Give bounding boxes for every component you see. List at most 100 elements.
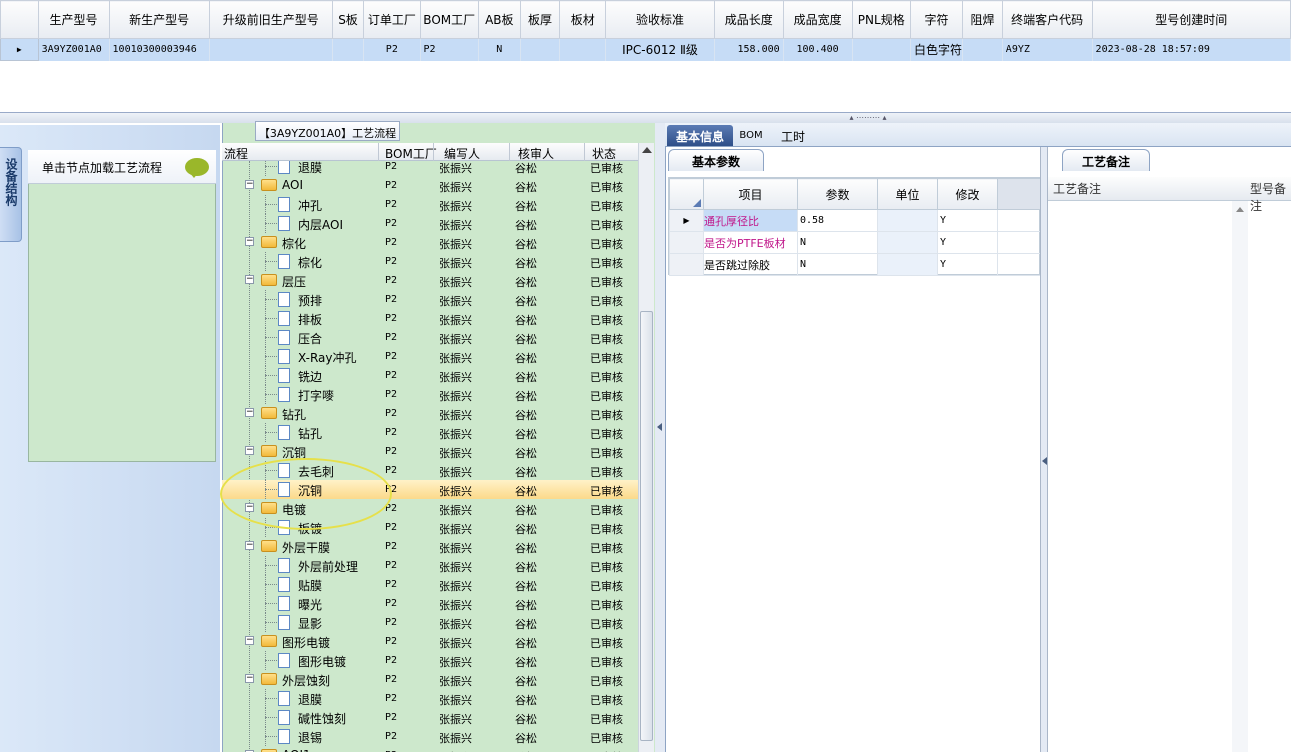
col-unit[interactable]: 单位 — [877, 178, 938, 210]
param-row[interactable]: 是否跳过除胶 N Y — [669, 253, 1042, 276]
collapse-toggle-icon[interactable]: − — [245, 180, 254, 189]
param-value[interactable]: N — [797, 253, 878, 276]
top-cell-10[interactable]: 158.000 — [714, 38, 784, 61]
top-cell-13[interactable]: 白色字符 — [910, 38, 964, 61]
top-col-4[interactable]: 订单工厂 — [363, 0, 421, 39]
top-col-6[interactable]: AB板 — [477, 0, 521, 39]
collapse-toggle-icon[interactable]: − — [245, 275, 254, 284]
tab-basic-info[interactable]: 基本信息 — [667, 125, 733, 146]
top-cell-3[interactable] — [332, 38, 365, 61]
collapse-left-icon[interactable] — [657, 423, 662, 431]
collapse-toggle-icon[interactable]: − — [245, 541, 254, 550]
collapse-toggle-icon[interactable]: − — [245, 446, 254, 455]
param-item[interactable]: 通孔厚径比 — [703, 209, 798, 232]
top-cell-9[interactable]: IPC-6012 Ⅱ级 — [605, 38, 715, 61]
col-editor[interactable]: 编写人 — [444, 145, 480, 162]
col-status[interactable]: 状态 — [592, 145, 616, 162]
col-flow[interactable]: 流程 — [224, 145, 248, 162]
scroll-up-icon[interactable] — [642, 147, 652, 153]
basic-params-grid[interactable]: 项目 参数 单位 修改 ▶ 通孔厚径比 0.58 Y 是否为PTFE板材 N Y 是否跳过除胶… — [668, 177, 1042, 276]
tree-row[interactable]: − 棕化 P2 张振兴 谷松 已审核 — [222, 233, 638, 252]
top-cell-6[interactable]: N — [478, 38, 521, 61]
tree-row[interactable]: − 层压 P2 张振兴 谷松 已审核 — [222, 271, 638, 290]
collapse-icon[interactable] — [1042, 457, 1047, 465]
top-col-2[interactable]: 升级前旧生产型号 — [208, 0, 333, 39]
top-col-8[interactable]: 板材 — [559, 0, 607, 39]
tree-row[interactable]: − AOI P2 张振兴 谷松 已审核 — [222, 176, 638, 195]
col-process-note[interactable]: 工艺备注 — [1053, 180, 1101, 197]
top-cell-7[interactable] — [520, 38, 561, 61]
tree-row[interactable]: 退膜 P2 张振兴 谷松 已审核 — [222, 161, 638, 176]
tree-row[interactable]: 曝光 P2 张振兴 谷松 已审核 — [222, 594, 638, 613]
tree-row[interactable]: 压合 P2 张振兴 谷松 已审核 — [222, 328, 638, 347]
top-cell-1[interactable]: 10010300003946 — [109, 38, 210, 61]
tree-row[interactable]: 预排 P2 张振兴 谷松 已审核 — [222, 290, 638, 309]
top-cell-4[interactable]: P2 — [363, 38, 421, 61]
param-item[interactable]: 是否跳过除胶 — [703, 253, 798, 276]
collapse-toggle-icon[interactable]: − — [245, 674, 254, 683]
tree-row[interactable]: X-Ray冲孔 P2 张振兴 谷松 已审核 — [222, 347, 638, 366]
param-row[interactable]: ▶ 通孔厚径比 0.58 Y — [669, 209, 1042, 232]
tree-scrollbar[interactable] — [638, 143, 654, 752]
scroll-thumb[interactable] — [640, 311, 653, 741]
col-model-note[interactable]: 型号备注 — [1250, 180, 1291, 214]
top-cell-11[interactable]: 100.400 — [783, 38, 853, 61]
col-reviewer[interactable]: 核审人 — [518, 145, 554, 162]
vertical-splitter[interactable] — [655, 123, 665, 752]
param-value[interactable]: N — [797, 231, 878, 254]
param-modify[interactable]: Y — [937, 253, 998, 276]
col-modify[interactable]: 修改 — [937, 178, 998, 210]
top-col-10[interactable]: 成品长度 — [713, 0, 784, 39]
top-cell-2[interactable] — [209, 38, 333, 61]
top-col-11[interactable]: 成品宽度 — [782, 0, 853, 39]
load-node-panel[interactable] — [28, 150, 216, 462]
product-model-grid[interactable]: 生产型号 新生产型号 升级前旧生产型号 S板 订单工厂 BOM工厂 AB板 板厚 板材 验收标准成… — [0, 0, 1291, 113]
top-col-7[interactable]: 板厚 — [519, 0, 561, 39]
top-cell-5[interactable]: P2 — [420, 38, 479, 61]
tree-row[interactable]: 外层前处理 P2 张振兴 谷松 已审核 — [222, 556, 638, 575]
param-value[interactable]: 0.58 — [797, 209, 878, 232]
collapse-toggle-icon[interactable]: − — [245, 408, 254, 417]
param-item[interactable]: 是否为PTFE板材 — [703, 231, 798, 254]
collapse-toggle-icon[interactable]: − — [245, 237, 254, 246]
param-unit[interactable] — [877, 231, 938, 254]
tree-row[interactable]: 内层AOI P2 张振兴 谷松 已审核 — [222, 214, 638, 233]
right-splitter[interactable] — [1040, 147, 1048, 752]
top-col-3[interactable]: S板 — [331, 0, 365, 39]
param-modify[interactable]: Y — [937, 231, 998, 254]
top-cell-14[interactable] — [962, 38, 1003, 61]
tree-row[interactable]: − 钻孔 P2 张振兴 谷松 已审核 — [222, 404, 638, 423]
col-param[interactable]: 参数 — [797, 178, 878, 210]
tree-row[interactable]: 退膜 P2 张振兴 谷松 已审核 — [222, 689, 638, 708]
tab-equipment-structure[interactable]: 设备结构 — [0, 147, 22, 242]
col-item[interactable]: 项目 — [703, 178, 798, 210]
tree-row[interactable]: 碱性蚀刻 P2 张振兴 谷松 已审核 — [222, 708, 638, 727]
tree-row[interactable]: 退锡 P2 张振兴 谷松 已审核 — [222, 727, 638, 746]
top-cell-15[interactable]: A9YZ — [1002, 38, 1093, 61]
tree-row[interactable]: − 外层蚀刻 P2 张振兴 谷松 已审核 — [222, 670, 638, 689]
top-col-5[interactable]: BOM工厂 — [419, 0, 479, 39]
col-bom[interactable]: BOM工厂 — [385, 145, 437, 162]
top-col-0[interactable]: 生产型号 — [37, 0, 110, 39]
tree-row[interactable]: 贴膜 P2 张振兴 谷松 已审核 — [222, 575, 638, 594]
top-col-1[interactable]: 新生产型号 — [108, 0, 210, 39]
top-col-16[interactable]: 型号创建时间 — [1091, 0, 1291, 39]
tab-work-hours[interactable]: 工时 — [773, 125, 813, 146]
top-cell-16[interactable]: 2023-08-28 18:57:09 — [1092, 38, 1291, 61]
top-col-15[interactable]: 终端客户代码 — [1001, 0, 1093, 39]
tree-row[interactable]: 打字嘜 P2 张振兴 谷松 已审核 — [222, 385, 638, 404]
process-tree[interactable]: 退膜 P2 张振兴 谷松 已审核 − AOI P2 张振兴 谷松 已审核 冲孔 P2 张振兴 谷松 已审核 内层… — [222, 161, 638, 752]
tree-row[interactable]: 图形电镀 P2 张振兴 谷松 已审核 — [222, 651, 638, 670]
notes-scrollbar[interactable] — [1232, 201, 1248, 752]
collapse-toggle-icon[interactable]: − — [245, 636, 254, 645]
scroll-up-icon[interactable] — [1236, 207, 1244, 212]
tree-row[interactable]: − 图形电镀 P2 张振兴 谷松 已审核 — [222, 632, 638, 651]
tree-row[interactable]: 排板 P2 张振兴 谷松 已审核 — [222, 309, 638, 328]
tree-row[interactable]: 显影 P2 张振兴 谷松 已审核 — [222, 613, 638, 632]
top-cell-12[interactable] — [852, 38, 911, 61]
tab-bom[interactable]: BOM — [735, 125, 767, 146]
horizontal-splitter[interactable]: ▴ ⋯⋯⋯ ▴ — [0, 113, 1291, 123]
top-col-12[interactable]: PNL规格 — [851, 0, 911, 39]
process-note-area[interactable] — [1048, 201, 1248, 752]
tree-row[interactable]: − 外层干膜 P2 张振兴 谷松 已审核 — [222, 537, 638, 556]
